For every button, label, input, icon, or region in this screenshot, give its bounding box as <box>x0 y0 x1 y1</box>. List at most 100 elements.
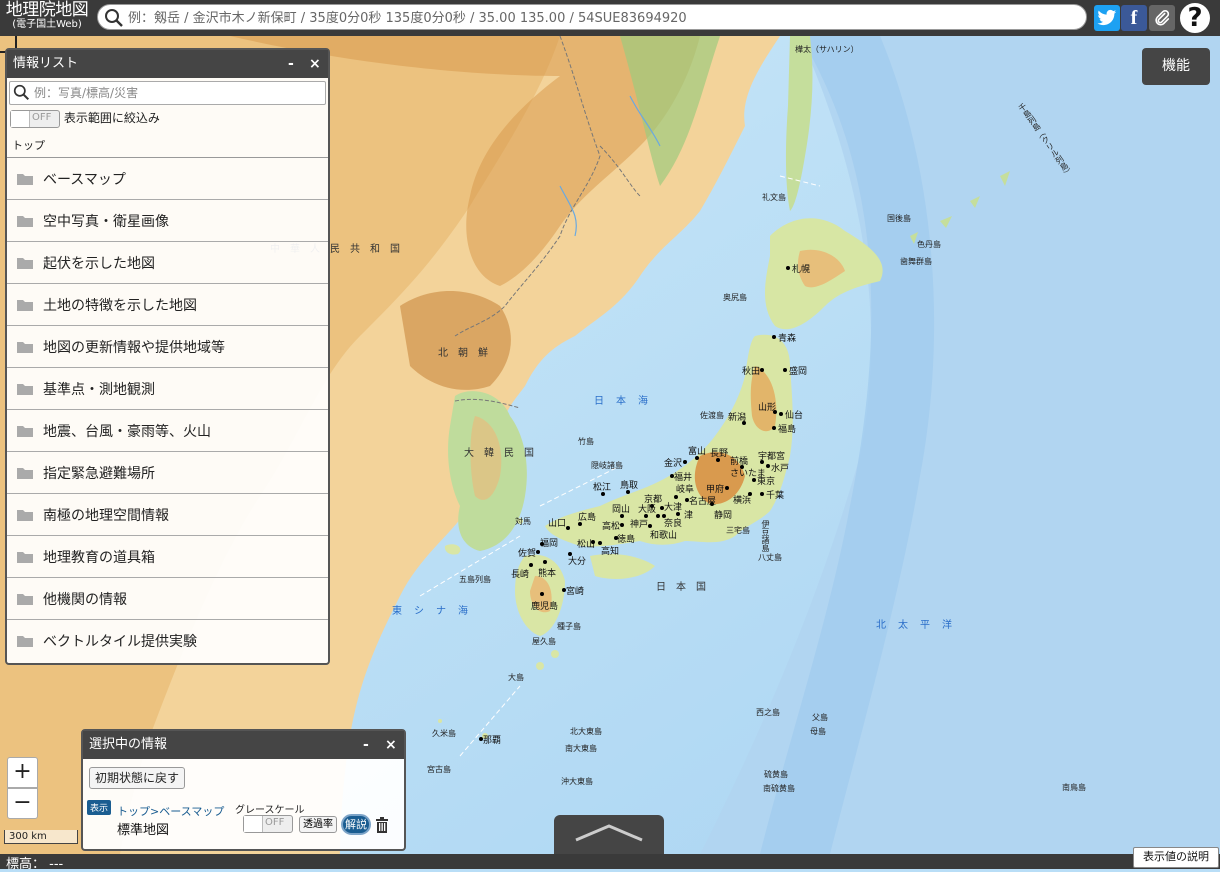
selected-panel-header[interactable]: 選択中の情報 - × <box>83 731 404 759</box>
city-dot <box>676 512 680 516</box>
city-dot <box>543 560 547 564</box>
city-dot <box>685 498 689 502</box>
place-label: 隠岐諸島 <box>591 461 623 470</box>
folder-icon <box>17 509 33 521</box>
city-label: 宮崎 <box>566 587 585 597</box>
function-menu-button[interactable]: 機能 <box>1142 48 1210 85</box>
category-label: 土地の特徴を示した地図 <box>43 297 197 314</box>
category-item-evacuation[interactable]: 指定緊急避難場所 <box>7 452 328 494</box>
zoom-in-button[interactable]: + <box>7 757 38 788</box>
city-label: 熊本 <box>538 569 557 579</box>
toggle-knob <box>11 110 30 127</box>
selected-panel-close-button[interactable]: × <box>385 731 397 759</box>
info-panel-close-button[interactable]: × <box>309 50 321 78</box>
info-search-box[interactable] <box>9 81 326 105</box>
place-label: 種子島 <box>557 622 581 631</box>
city-dot <box>786 266 790 270</box>
reset-button[interactable]: 初期状態に戻す <box>89 767 186 789</box>
city-dot <box>529 563 533 567</box>
city-label: 津 <box>684 511 694 521</box>
category-item-survey[interactable]: 基準点・測地観測 <box>7 368 328 410</box>
place-label: 五島列島 <box>459 575 491 584</box>
info-search-input[interactable] <box>32 83 326 103</box>
city-dot <box>626 490 630 494</box>
folder-icon <box>17 425 33 437</box>
grayscale-toggle[interactable]: OFF <box>243 815 293 833</box>
grayscale-label: グレースケール <box>235 805 305 816</box>
place-label: 母島 <box>810 727 826 736</box>
category-label: 基準点・測地観測 <box>43 381 155 398</box>
place-label: 礼文島 <box>762 193 786 202</box>
folder-icon <box>17 173 33 185</box>
place-label: 屋久島 <box>532 637 556 646</box>
elevation-help-button[interactable]: 表示値の説明 <box>1133 847 1219 868</box>
chevron-up-icon <box>575 824 643 842</box>
place-label: 沖大東島 <box>561 777 593 786</box>
city-dot <box>660 506 664 510</box>
place-label: 西之島 <box>756 708 780 717</box>
city-dot <box>656 514 660 518</box>
city-label: 盛岡 <box>789 367 808 377</box>
search-box[interactable] <box>97 4 1087 30</box>
category-item-other-agencies[interactable]: 他機関の情報 <box>7 578 328 620</box>
city-label: 青森 <box>778 334 797 344</box>
place-label: 色丹島 <box>917 240 941 249</box>
place-label: 八丈島 <box>758 553 782 562</box>
filter-toggle[interactable]: OFF <box>10 109 60 128</box>
layer-path: トップ>ベースマップ <box>117 805 225 818</box>
city-dot <box>540 542 544 546</box>
city-dot <box>620 514 624 518</box>
category-label: ベクトルタイル提供実験 <box>43 633 197 650</box>
category-label: 他機関の情報 <box>43 591 127 608</box>
city-label: 水戸 <box>771 464 790 474</box>
category-label: 起伏を示した地図 <box>43 255 155 272</box>
label-south-korea: 大韓民国 <box>464 448 544 459</box>
zoom-out-button[interactable]: − <box>7 788 38 819</box>
category-item-disaster[interactable]: 地震、台風・豪雨等、火山 <box>7 410 328 452</box>
search-input[interactable] <box>126 7 1080 29</box>
category-item-antarctica[interactable]: 南極の地理空間情報 <box>7 494 328 536</box>
site-logo[interactable]: 地理院地図 (電子国土Web) <box>2 2 92 30</box>
category-item-vector-tile[interactable]: ベクトルタイル提供実験 <box>7 620 328 661</box>
help-button[interactable]: ? <box>1178 1 1212 35</box>
expand-bottom-panel-button[interactable] <box>554 815 664 855</box>
category-item-education[interactable]: 地理教育の道具箱 <box>7 536 328 578</box>
filter-row: OFF 表示範囲に絞込み <box>10 109 325 129</box>
city-dot <box>760 460 764 464</box>
folder-icon <box>17 635 33 647</box>
place-label: 大島 <box>508 673 524 682</box>
info-panel-header[interactable]: 情報リスト - × <box>7 50 328 78</box>
category-label: 指定緊急避難場所 <box>43 465 155 482</box>
selected-panel-minimize-button[interactable]: - <box>363 731 369 759</box>
category-item-updates[interactable]: 地図の更新情報や提供地域等 <box>7 326 328 368</box>
city-dot <box>540 592 544 596</box>
description-button[interactable]: 解説 <box>341 814 371 835</box>
twitter-share-button[interactable] <box>1094 5 1120 31</box>
opacity-button[interactable]: 透過率 <box>299 816 337 833</box>
info-panel-minimize-button[interactable]: - <box>288 50 294 78</box>
category-item-aerial[interactable]: 空中写真・衛星画像 <box>7 200 328 242</box>
link-copy-button[interactable] <box>1149 5 1175 31</box>
label-sakhalin: 樺太（サハリン） <box>795 45 859 54</box>
facebook-share-button[interactable]: f <box>1121 5 1147 31</box>
category-label: 地震、台風・豪雨等、火山 <box>43 423 211 440</box>
trash-icon[interactable] <box>375 817 389 833</box>
city-label: 東京 <box>757 477 776 487</box>
place-label: 三宅島 <box>726 526 750 535</box>
category-label: ベースマップ <box>43 171 126 188</box>
place-label: 硫黄島 <box>764 770 788 779</box>
place-label: 南硫黄島 <box>763 784 795 793</box>
city-dot <box>674 495 678 499</box>
paperclip-icon <box>1155 9 1170 26</box>
layer-name: 標準地図 <box>117 823 170 838</box>
category-item-relief[interactable]: 起伏を示した地図 <box>7 242 328 284</box>
label-sea-of-japan: 日本海 <box>594 396 660 407</box>
place-label: 南鳥島 <box>1062 783 1086 792</box>
category-item-land[interactable]: 土地の特徴を示した地図 <box>7 284 328 326</box>
city-dot <box>773 410 777 414</box>
category-item-basemap[interactable]: ベースマップ <box>7 158 328 200</box>
breadcrumb[interactable]: トップ <box>7 133 328 158</box>
city-dot <box>772 426 776 430</box>
visibility-badge[interactable]: 表示 <box>87 800 112 815</box>
header: 地理院地図 (電子国土Web) f ? <box>0 0 1220 36</box>
